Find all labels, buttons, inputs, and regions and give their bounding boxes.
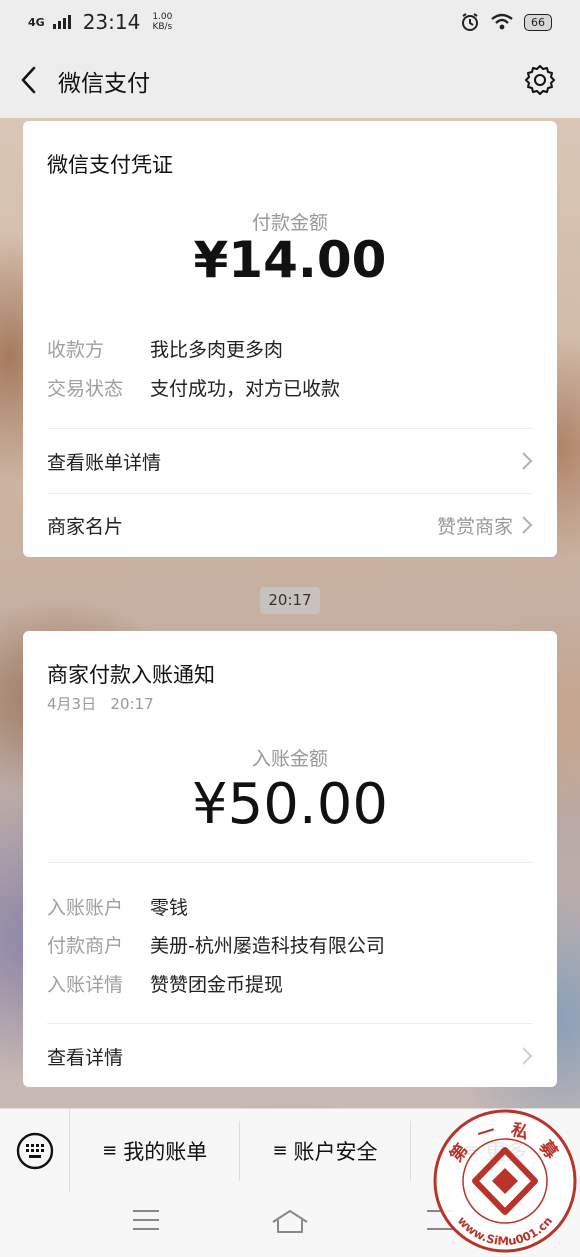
menu-item-label: 账户安全 [293,1139,378,1164]
deposit-date: 4月3日 [47,695,97,713]
menu-list-icon: ≡ [272,1140,288,1161]
menu-item-label: 我的账单 [123,1139,208,1164]
deposit-row-merchant: 付款商户 美册-杭州屡造科技有限公司 [47,931,385,958]
deposit-time: 20:17 [110,695,154,713]
payment-amount: ¥14.00 [193,231,387,289]
message-timestamp: 20:17 [260,587,320,614]
keyboard-icon [16,1132,53,1169]
deposit-row-value: 零钱 [150,897,189,919]
deposit-amount-label: 入账金额 [251,748,328,770]
deposit-row-key: 付款商户 [47,935,124,957]
receipt-row-payee: 收款方 我比多肉更多肉 [47,335,283,362]
menu-my-bills[interactable]: ≡ 我的账单 [70,1120,241,1181]
merchant-card-label: 商家名片 [47,515,124,538]
deposit-row-detail: 入账详情 赞赞团金币提现 [47,970,283,997]
deposit-row-value: 赞赞团金币提现 [150,974,284,996]
merchant-card-link[interactable]: 商家名片 赞赏商家 [23,493,557,557]
menu-account-security[interactable]: ≡ 账户安全 [240,1120,411,1181]
status-time: 23:14 [82,10,141,34]
deposit-heading: 商家付款入账通知 [47,663,215,687]
signal-icon [52,15,71,29]
home-icon[interactable] [270,1208,310,1234]
page-title: 微信支付 [58,71,150,97]
divider [47,862,533,863]
payment-receipt-card[interactable]: 微信支付凭证 付款金额 ¥14.00 收款方 我比多肉更多肉 交易状态 支付成功… [23,121,557,557]
chevron-right-icon [522,516,533,534]
reward-merchant-action: 赞赏商家 [436,515,513,538]
alarm-icon [462,13,478,31]
view-bill-details-label: 查看账单详情 [47,451,162,474]
deposit-row-key: 入账详情 [47,974,124,996]
chevron-right-icon [522,452,533,470]
receipt-row-key: 收款方 [47,339,105,361]
receipt-row-value: 支付成功，对方已收款 [150,378,341,400]
view-bill-details-link[interactable]: 查看账单详情 [23,429,557,493]
gear-icon[interactable] [524,64,556,96]
chevron-right-icon [522,1047,533,1065]
menu-lines-icon[interactable] [131,1208,161,1232]
deposit-amount: ¥50.00 [192,772,388,837]
battery-indicator: 66 [524,13,552,31]
deposit-notification-card[interactable]: 商家付款入账通知 4月3日 20:17 入账金额 ¥50.00 入账账户 零钱 … [23,631,557,1087]
nav-bar: 微信支付 [0,44,580,118]
watermark-stamp: 第 一 私 募 www.SiMu001.cn [433,1109,577,1253]
receipt-row-value: 我比多肉更多肉 [150,339,284,361]
keyboard-toggle-button[interactable] [0,1108,70,1193]
network-type: 4G [28,15,45,29]
back-arrow-icon[interactable] [14,62,46,98]
network-speed-unit: KB/s [152,22,173,32]
network-speed: 1.00 KB/s [152,12,172,32]
receipt-heading: 微信支付凭证 [47,153,173,177]
network-speed-value: 1.00 [152,12,173,22]
status-bar: 4G 23:14 1.00 KB/s 66 [0,0,580,44]
deposit-row-key: 入账账户 [47,897,124,919]
deposit-row-account: 入账账户 零钱 [47,893,188,920]
receipt-row-status: 交易状态 支付成功，对方已收款 [47,374,340,401]
menu-list-icon: ≡ [102,1140,118,1161]
deposit-datetime: 4月3日 20:17 [47,693,154,714]
receipt-row-key: 交易状态 [47,378,124,400]
view-details-label: 查看详情 [47,1046,124,1069]
view-details-link[interactable]: 查看详情 [23,1024,557,1088]
wifi-icon [491,13,513,30]
deposit-row-value: 美册-杭州屡造科技有限公司 [150,935,385,957]
